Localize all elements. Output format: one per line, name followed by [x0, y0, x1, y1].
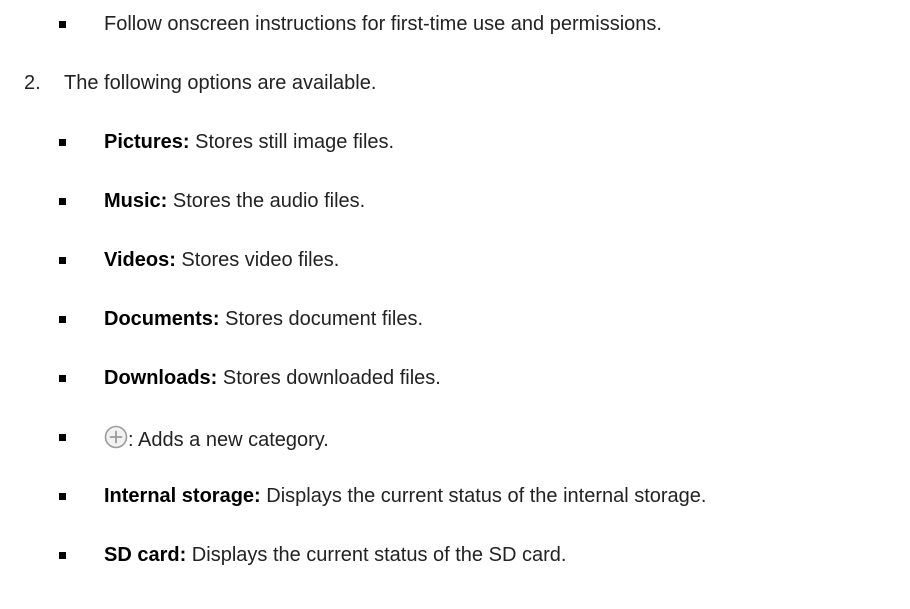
option-desc: Stores the audio files.	[167, 190, 366, 212]
list-item-text: Internal storage: Displays the current s…	[104, 484, 706, 508]
option-desc: Stores video files.	[175, 249, 340, 271]
bullet-marker	[59, 493, 66, 500]
bullet-marker	[59, 139, 66, 146]
bullet-marker	[59, 375, 66, 382]
storage-label: Internal storage:	[104, 485, 261, 507]
add-circle-icon	[104, 425, 128, 449]
option-desc: Stores downloaded files.	[217, 367, 441, 389]
list-item-text: Music: Stores the audio files.	[104, 189, 365, 213]
list-item-text: : Adds a new category.	[104, 425, 329, 452]
bullet-marker	[59, 257, 66, 264]
storage-label: SD card:	[104, 544, 187, 566]
option-label: Documents:	[104, 308, 220, 330]
bullet-marker	[59, 198, 66, 205]
list-item-text: Documents: Stores document files.	[104, 307, 423, 331]
option-desc: Stores document files.	[219, 308, 424, 330]
bullet-marker	[59, 552, 66, 559]
option-label: Downloads:	[104, 367, 218, 389]
option-label: Videos:	[104, 249, 176, 271]
add-item-desc: : Adds a new category.	[128, 429, 329, 451]
list-item-text: Videos: Stores video files.	[104, 248, 339, 272]
storage-desc: Displays the current status of the SD ca…	[186, 544, 567, 566]
list-item-text: Downloads: Stores downloaded files.	[104, 366, 441, 390]
bullet-marker	[59, 434, 66, 441]
bullet-marker	[59, 21, 66, 28]
storage-desc: Displays the current status of the inter…	[260, 485, 707, 507]
option-desc: Stores still image files.	[189, 131, 395, 153]
option-label: Pictures:	[104, 131, 190, 153]
list-item-text: Pictures: Stores still image files.	[104, 130, 394, 154]
step-text: The following options are available.	[64, 72, 377, 94]
list-item-text: Follow onscreen instructions for first-t…	[104, 13, 662, 35]
list-item-text: SD card: Displays the current status of …	[104, 543, 566, 567]
step-number: 2.	[24, 72, 41, 94]
bullet-marker	[59, 316, 66, 323]
option-label: Music:	[104, 190, 168, 212]
